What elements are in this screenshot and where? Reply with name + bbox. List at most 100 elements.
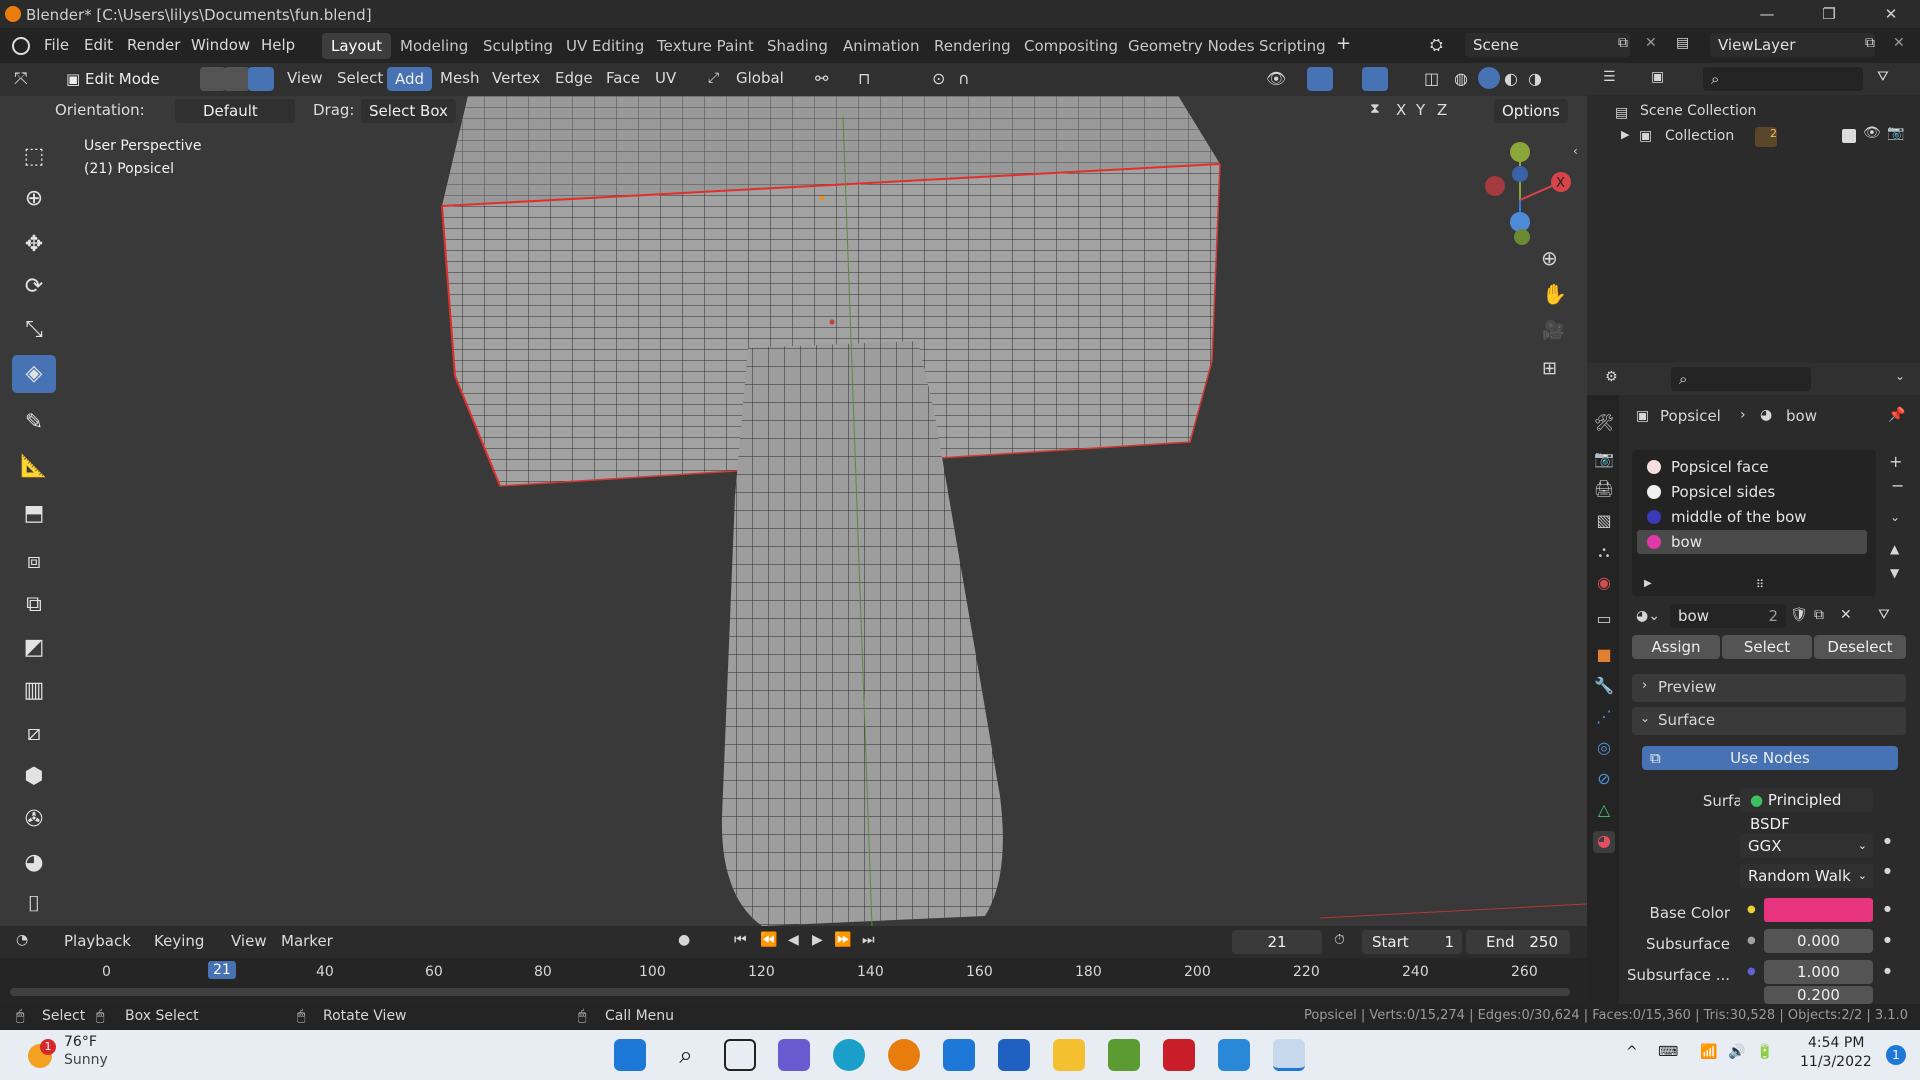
3d-viewport[interactable]: Orientation: Default Drag: Select Box ⧗ … [0,96,1587,926]
edge-select-icon[interactable] [224,67,250,91]
resize-handle-icon[interactable]: ⠿ [1756,578,1764,591]
exclude-checkbox[interactable] [1842,129,1856,143]
vertex-select-icon[interactable] [200,67,226,91]
wifi-icon[interactable]: 📶 [1700,1044,1717,1060]
spin-tool-icon[interactable]: ✇ [12,801,56,839]
move-tool-icon[interactable]: ✥ [12,226,56,264]
current-frame-field[interactable]: 21 [1232,930,1322,954]
menu-select[interactable]: Select [337,69,383,87]
preview-range-icon[interactable]: ⏱ [1334,932,1345,948]
drag-dropdown[interactable]: Select Box [361,99,456,123]
outliner-editor-icon[interactable]: ☰ [1603,69,1616,85]
duplicate-material-icon[interactable]: ⧉ [1814,607,1824,623]
mirror-x-toggle[interactable]: X [1396,101,1406,119]
bevel-tool-icon[interactable]: ◩ [12,629,56,667]
edge-slide-tool-icon[interactable]: ⌷ [12,886,56,917]
scale-tool-icon[interactable]: ⤡ [12,311,56,349]
list-item[interactable]: Popsicel sides [1637,480,1867,504]
minecraft-icon[interactable] [1108,1039,1140,1071]
menu-keying[interactable]: Keying [154,932,204,950]
menu-timeline-view[interactable]: View [231,932,267,950]
outliner-filter-icon[interactable]: ⛛ [1877,69,1889,85]
surface-panel-header[interactable]: ⌄ Surface [1632,707,1906,735]
menu-face[interactable]: Face [606,69,640,87]
menu-edit[interactable]: Edit [84,36,113,54]
tab-shading[interactable]: Shading [758,33,837,59]
teams-chat-icon[interactable] [778,1039,810,1071]
timeline-scrollbar[interactable] [10,988,1570,996]
surface-shader-field[interactable]: ● Principled BSDF [1740,788,1873,833]
tab-sculpting[interactable]: Sculpting [474,33,562,59]
l-app-icon[interactable] [1218,1039,1250,1071]
list-item[interactable]: middle of the bow [1637,505,1867,529]
extrude-tool-icon[interactable]: ⧈ [12,543,56,581]
next-keyframe-icon[interactable]: ⏩ [834,932,851,948]
keyframe-dot-icon[interactable]: ● [1884,866,1891,875]
tab-rendering[interactable]: Rendering [925,33,1020,59]
select-box-tool-icon[interactable]: ⬚ [12,138,56,176]
blender-app-icon[interactable] [888,1039,920,1071]
wireframe-shading-icon[interactable]: ◍ [1454,69,1468,88]
microsoft-store-icon[interactable] [998,1039,1030,1071]
physics-tab-icon[interactable]: ◎ [1593,738,1615,760]
frame-ruler[interactable]: 0 21 40 60 80 100 120 140 160 180 200 22… [0,958,1587,1004]
smooth-tool-icon[interactable]: ◕ [12,844,56,882]
view-layer-icon[interactable]: ▤ [1676,35,1689,51]
editor-type-icon[interactable]: ⤧ [14,69,28,89]
scene-tab-icon[interactable]: ⛬ [1593,542,1615,564]
collection-tab-icon[interactable]: ▭ [1593,609,1615,631]
unlink-material-icon[interactable]: ✕ [1840,607,1852,623]
menu-marker[interactable]: Marker [281,932,333,950]
keyframe-dot-icon[interactable]: ● [1884,935,1891,944]
snipping-tool-icon[interactable] [1273,1039,1305,1071]
tab-uv-editing[interactable]: UV Editing [557,33,653,59]
menu-playback[interactable]: Playback [64,932,131,950]
jump-start-icon[interactable]: ⏮ [734,932,747,948]
slot-specials-icon[interactable]: ⌄ [1890,510,1900,524]
remove-slot-button[interactable]: − [1891,476,1904,495]
menu-edge[interactable]: Edge [555,69,593,87]
mail-icon[interactable] [943,1039,975,1071]
tab-compositing[interactable]: Compositing [1015,33,1127,59]
rotate-tool-icon[interactable]: ⟳ [12,268,56,306]
display-mode-icon[interactable]: ▣ [1651,69,1664,85]
minimize-button[interactable]: — [1744,2,1790,27]
deselect-button[interactable]: Deselect [1814,635,1906,659]
select-button[interactable]: Select [1722,635,1812,659]
mirror-y-toggle[interactable]: Y [1416,101,1425,119]
tab-animation[interactable]: Animation [834,33,928,59]
keyframe-dot-icon[interactable]: ● [1884,904,1891,913]
tab-scripting[interactable]: Scripting [1250,33,1335,59]
close-button[interactable]: ✕ [1868,2,1914,27]
modifier-tab-icon[interactable]: 🔧 [1593,676,1615,698]
add-workspace-icon[interactable]: + [1336,33,1351,54]
play-reverse-icon[interactable]: ◀ [788,932,799,948]
pin-icon[interactable]: 📌 [1888,407,1905,423]
mirror-z-toggle[interactable]: Z [1437,101,1447,119]
clock-time[interactable]: 4:54 PM [1808,1035,1864,1051]
snap-icon[interactable]: ⊓ [858,69,870,88]
render-tab-icon[interactable]: 📷 [1593,449,1615,471]
annotate-tool-icon[interactable]: ✎ [12,404,56,442]
material-shading-icon[interactable]: ◐ [1504,69,1518,88]
menu-view[interactable]: View [287,69,323,87]
end-frame-field[interactable]: End 250 [1466,930,1570,954]
blender-menu-icon[interactable] [12,37,30,55]
menu-vertex[interactable]: Vertex [492,69,540,87]
auto-keying-icon[interactable]: ● [678,932,690,948]
zoom-icon[interactable]: ⊕ [1541,246,1558,270]
camera-view-icon[interactable]: 🎥 [1542,320,1564,341]
move-slot-up-icon[interactable]: ▲ [1890,542,1899,556]
menu-help[interactable]: Help [261,36,295,54]
use-nodes-button[interactable]: ⧉ Use Nodes [1642,746,1898,770]
keyboard-icon[interactable]: ⌨ [1658,1044,1678,1060]
play-icon[interactable]: ▶ [812,932,823,948]
transform-orientation-dropdown[interactable]: Global [736,69,784,87]
keyframe-dot-icon[interactable]: ● [1884,966,1891,975]
loop-cut-tool-icon[interactable]: ▥ [12,672,56,710]
properties-options-icon[interactable]: ⌄ [1895,369,1905,383]
world-tab-icon[interactable]: ◉ [1593,573,1615,595]
visibility-icon[interactable]: 👁 [1266,69,1286,88]
vector-socket-icon[interactable]: ● [1747,966,1756,977]
pan-hand-icon[interactable]: ✋ [1542,282,1567,306]
